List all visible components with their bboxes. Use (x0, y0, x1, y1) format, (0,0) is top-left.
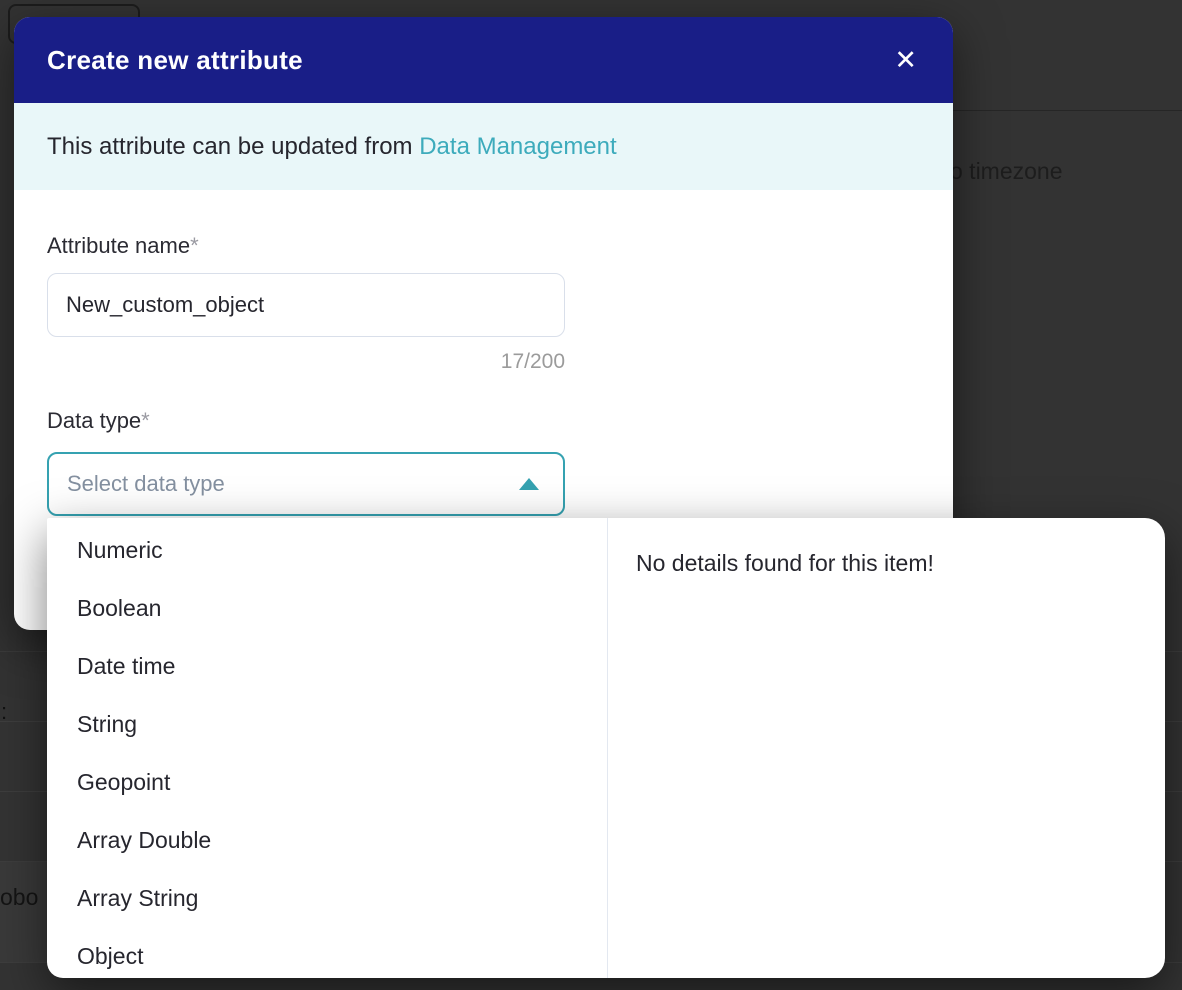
select-placeholder: Select data type (67, 471, 225, 497)
background-row-highlight (0, 862, 47, 962)
attribute-name-input[interactable] (47, 273, 565, 337)
background-timezone-text: o timezone (950, 158, 1063, 185)
data-type-select[interactable]: Select data type (47, 452, 565, 516)
option-boolean[interactable]: Boolean (47, 579, 607, 637)
background-colon-text: : (1, 699, 7, 725)
close-icon[interactable]: ✕ (894, 47, 917, 74)
character-counter: 17/200 (47, 350, 565, 374)
option-detail-pane: No details found for this item! (607, 518, 1165, 978)
data-management-link[interactable]: Data Management (419, 133, 616, 161)
option-date-time[interactable]: Date time (47, 637, 607, 695)
modal-header: Create new attribute ✕ (14, 17, 953, 103)
option-string[interactable]: String (47, 695, 607, 753)
option-geopoint[interactable]: Geopoint (47, 753, 607, 811)
required-asterisk: * (190, 233, 199, 258)
modal-title: Create new attribute (47, 45, 303, 76)
data-type-option-list: Numeric Boolean Date time String Geopoin… (47, 518, 607, 978)
info-banner: This attribute can be updated from Data … (14, 103, 953, 190)
option-array-double[interactable]: Array Double (47, 811, 607, 869)
attribute-name-label: Attribute name* (47, 233, 199, 259)
background-obo-text: obo (0, 884, 38, 911)
required-asterisk: * (141, 408, 150, 433)
option-numeric[interactable]: Numeric (47, 521, 607, 579)
chevron-up-icon (519, 478, 539, 490)
option-object[interactable]: Object (47, 927, 607, 978)
data-type-label: Data type* (47, 408, 150, 434)
background-divider (953, 110, 1182, 111)
data-type-dropdown: Numeric Boolean Date time String Geopoin… (47, 518, 1165, 978)
option-array-string[interactable]: Array String (47, 869, 607, 927)
banner-text: This attribute can be updated from (47, 133, 419, 161)
no-details-message: No details found for this item! (636, 550, 1145, 577)
